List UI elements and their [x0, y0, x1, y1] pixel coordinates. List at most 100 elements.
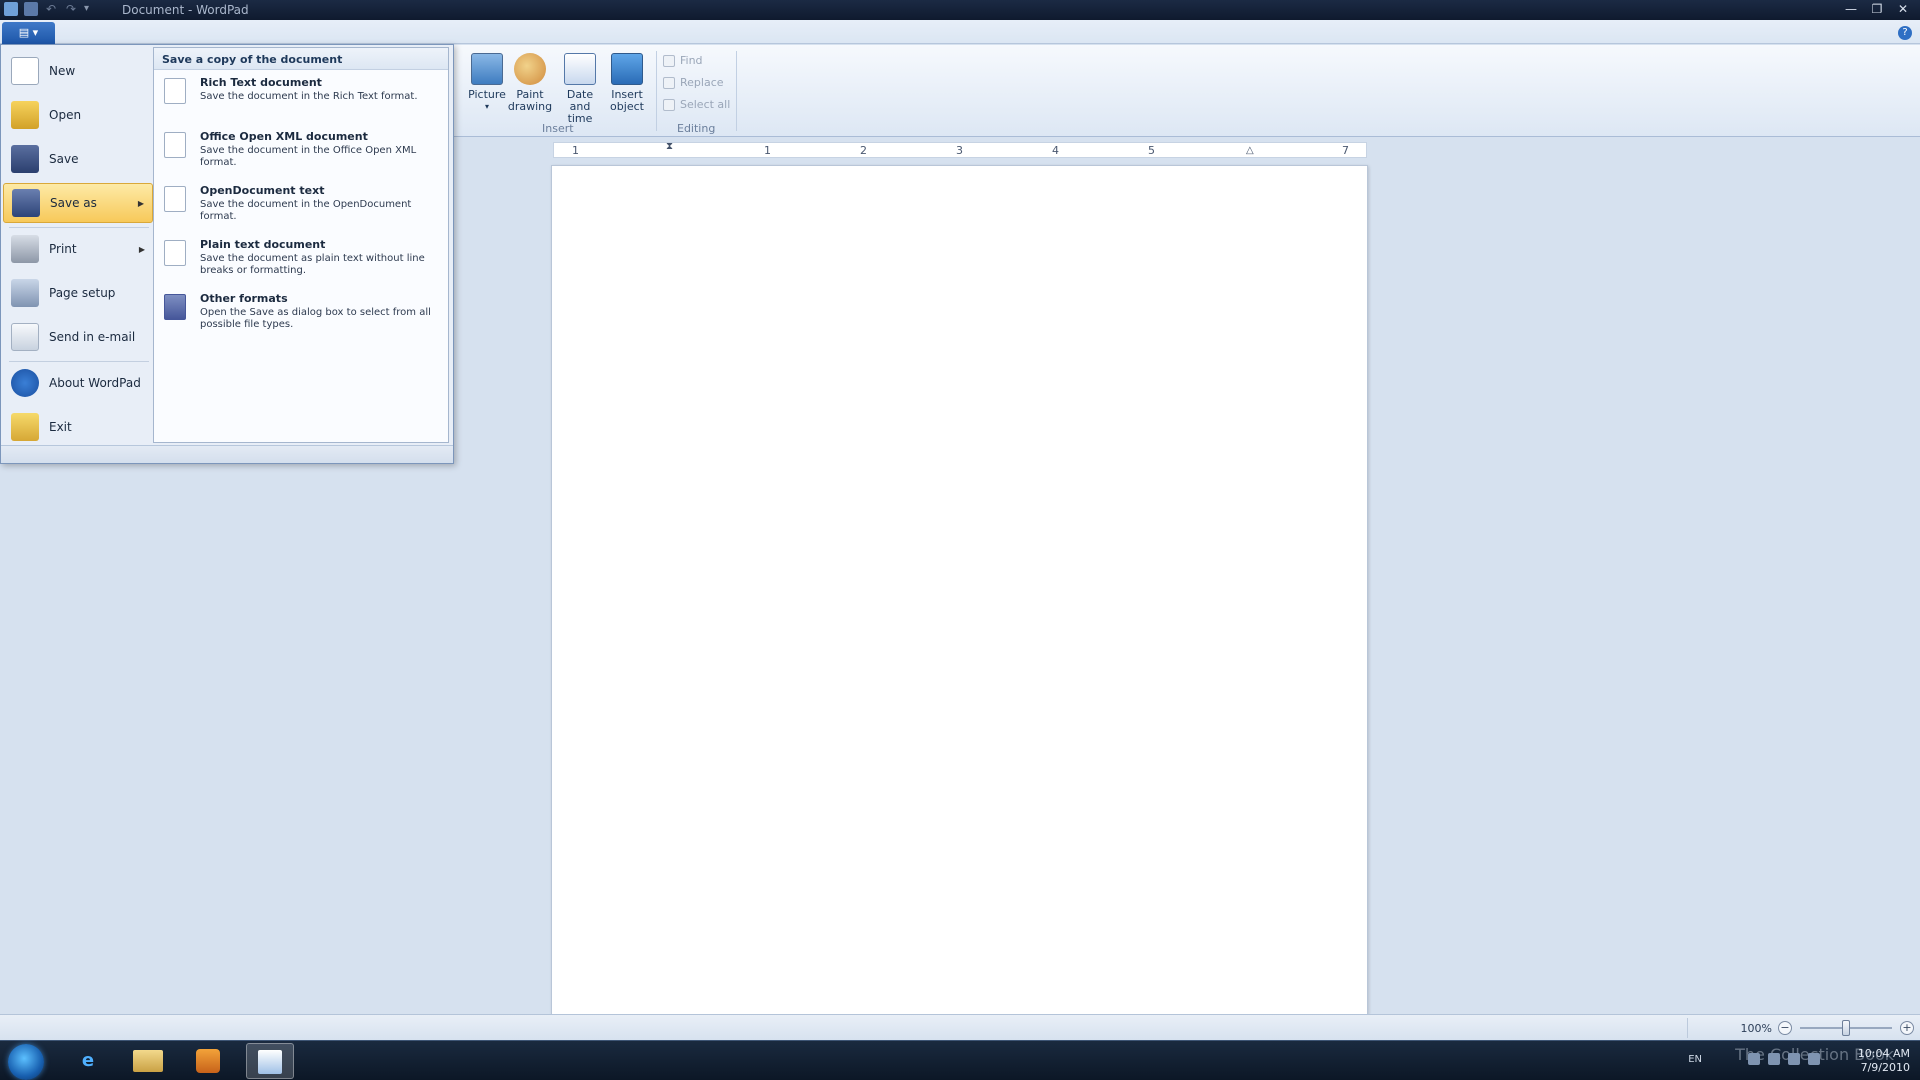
undo-icon[interactable]: ↶	[44, 2, 58, 16]
left-indent-marker[interactable]: ⧗	[666, 141, 673, 152]
menu-item-label: Print	[49, 242, 77, 256]
picture-button[interactable]: Picture ▾	[467, 53, 507, 113]
menu-item-label: Send in e-mail	[49, 330, 136, 344]
save-option-docx[interactable]: Office Open XML document Save the docume…	[162, 130, 446, 180]
date-time-label: Date and time	[566, 88, 594, 125]
language-indicator[interactable]: EN	[1688, 1054, 1702, 1065]
ruler-number: 7	[1342, 144, 1349, 157]
menu-item-label: Save	[49, 152, 79, 166]
editing-group-label: Editing	[677, 122, 716, 135]
menu-item-save[interactable]: Save	[3, 139, 153, 179]
save-option-odt[interactable]: OpenDocument text Save the document in t…	[162, 184, 446, 234]
close-button[interactable]: ✕	[1892, 1, 1914, 17]
ruler-number: 2	[860, 144, 867, 157]
document-page[interactable]	[551, 165, 1368, 1015]
wordpad-icon[interactable]	[4, 2, 18, 16]
menu-item-send-email[interactable]: Send in e-mail	[3, 317, 153, 357]
menu-item-label: Open	[49, 108, 82, 122]
menu-item-label: New	[49, 64, 76, 78]
status-divider	[1687, 1018, 1688, 1038]
save-icon[interactable]	[24, 2, 38, 16]
file-explorer-icon[interactable]	[124, 1043, 172, 1079]
menu-item-open[interactable]: Open	[3, 95, 153, 135]
customize-qat-icon[interactable]: ▾	[84, 2, 98, 16]
help-tray-icon[interactable]	[1748, 1053, 1760, 1065]
save-option-rtf[interactable]: Rich Text document Save the document in …	[162, 76, 446, 126]
zoom-slider-thumb[interactable]	[1842, 1020, 1850, 1036]
menu-divider	[9, 361, 149, 362]
media-player-icon[interactable]	[184, 1043, 232, 1079]
submenu-arrow-icon: ▶	[138, 244, 145, 254]
insert-object-label: Insert object	[610, 88, 644, 113]
system-tray	[1748, 1053, 1820, 1065]
insert-group-label: Insert	[542, 122, 574, 135]
save-option-description: Save the document as plain text without …	[200, 253, 425, 276]
wordpad-taskbar-button[interactable]	[246, 1043, 294, 1079]
picture-icon	[471, 53, 503, 85]
date-time-button[interactable]: Date and time	[556, 53, 604, 125]
save-option-title: OpenDocument text	[200, 184, 325, 197]
other-formats-icon	[164, 294, 186, 320]
ruler-number: 5	[1148, 144, 1155, 157]
app-menu-button[interactable]: ▤ ▾	[2, 22, 55, 44]
zoom-level: 100%	[1740, 1022, 1772, 1035]
volume-icon[interactable]	[1808, 1053, 1820, 1065]
window-title: Document - WordPad	[122, 3, 249, 17]
clock[interactable]: 10:04 AM 7/9/2010	[1858, 1047, 1910, 1075]
rtf-document-icon	[164, 78, 186, 104]
app-menu-footer	[1, 445, 453, 463]
docx-document-icon	[164, 132, 186, 158]
submenu-arrow-icon: ▶	[137, 198, 144, 208]
status-bar: 100% − +	[0, 1014, 1920, 1040]
right-indent-marker[interactable]: △	[1246, 145, 1254, 156]
menu-item-label: Page setup	[49, 286, 116, 300]
insert-object-button[interactable]: Insert object	[606, 53, 648, 113]
save-option-txt[interactable]: Plain text document Save the document as…	[162, 238, 446, 288]
restore-button[interactable]: ❐	[1866, 1, 1888, 17]
select-all-button[interactable]: Select all	[663, 98, 730, 111]
ribbon-tab-strip	[0, 20, 1920, 44]
menu-item-exit[interactable]: Exit	[3, 407, 153, 447]
menu-item-print[interactable]: Print ▶	[3, 229, 153, 269]
flag-icon[interactable]	[1768, 1053, 1780, 1065]
menu-divider	[9, 227, 149, 228]
clock-time: 10:04 AM	[1857, 1047, 1910, 1060]
save-option-description: Open the Save as dialog box to select fr…	[200, 307, 431, 330]
find-button[interactable]: Find	[663, 54, 703, 67]
start-button[interactable]	[8, 1044, 44, 1080]
email-icon	[11, 323, 39, 351]
picture-label: Picture	[468, 88, 506, 101]
zoom-in-button[interactable]: +	[1900, 1021, 1914, 1035]
insert-object-icon	[611, 53, 643, 85]
taskbar: e The Collection Book EN 10:04 AM 7/9/20…	[0, 1040, 1920, 1080]
network-icon[interactable]	[1788, 1053, 1800, 1065]
help-icon[interactable]: ?	[1898, 26, 1912, 40]
save-option-other[interactable]: Other formats Open the Save as dialog bo…	[162, 292, 446, 342]
minimize-button[interactable]: —	[1840, 1, 1862, 17]
text-document-icon	[164, 240, 186, 266]
calendar-icon	[564, 53, 596, 85]
clock-date: 7/9/2010	[1860, 1061, 1910, 1074]
zoom-out-button[interactable]: −	[1778, 1021, 1792, 1035]
ruler-number: 4	[1052, 144, 1059, 157]
binoculars-icon	[663, 54, 675, 67]
menu-item-label: Exit	[49, 420, 72, 434]
paint-drawing-button[interactable]: Paint drawing	[507, 53, 553, 113]
save-as-icon	[12, 189, 40, 217]
menu-item-label: Save as	[50, 196, 97, 210]
menu-item-page-setup[interactable]: Page setup	[3, 273, 153, 313]
ruler[interactable]: 1 1 2 3 4 5 7 ⧗ △	[553, 141, 1367, 158]
menu-item-save-as[interactable]: Save as ▶	[3, 183, 153, 223]
internet-explorer-icon[interactable]: e	[64, 1043, 112, 1079]
redo-icon[interactable]: ↷	[64, 2, 78, 16]
open-folder-icon	[11, 101, 39, 129]
menu-item-about[interactable]: About WordPad	[3, 363, 153, 403]
replace-button[interactable]: Replace	[663, 76, 724, 89]
save-option-title: Rich Text document	[200, 76, 322, 89]
save-option-description: Save the document in the OpenDocument fo…	[200, 199, 412, 222]
exit-icon	[11, 413, 39, 441]
window-controls: — ❐ ✕	[1840, 1, 1914, 17]
paint-drawing-label: Paint drawing	[507, 88, 553, 113]
menu-item-new[interactable]: New	[3, 51, 153, 91]
save-as-submenu: Save a copy of the document Rich Text do…	[153, 47, 449, 443]
